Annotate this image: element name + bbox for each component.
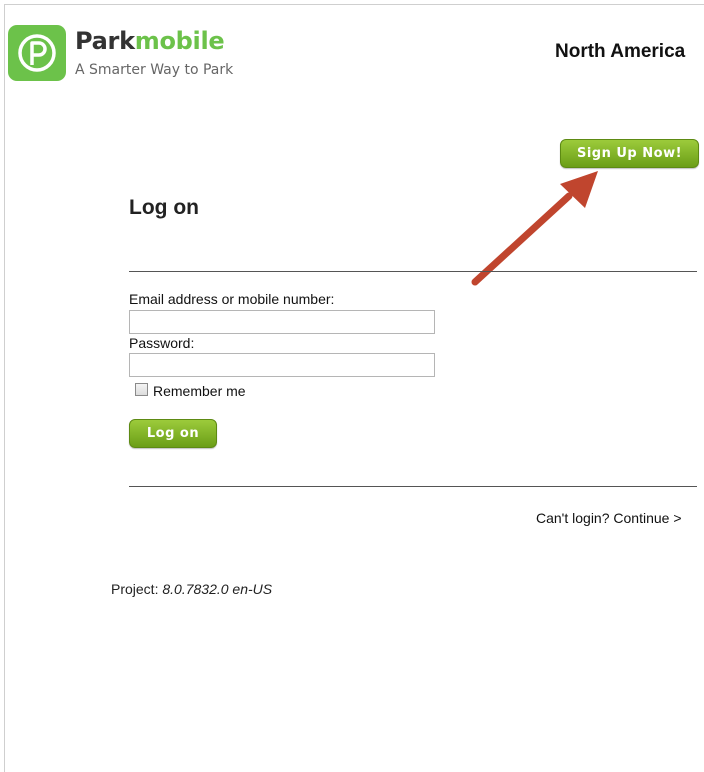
- divider-bottom: [129, 486, 697, 487]
- log-on-button[interactable]: Log on: [129, 419, 217, 448]
- password-label: Password:: [129, 335, 195, 351]
- email-label: Email address or mobile number:: [129, 291, 335, 307]
- brand-name-park: Park: [75, 27, 135, 55]
- divider-top: [129, 271, 697, 272]
- brand-tagline: A Smarter Way to Park: [75, 62, 234, 78]
- password-field[interactable]: [129, 353, 435, 377]
- project-label: Project:: [111, 581, 159, 597]
- sign-up-button[interactable]: Sign Up Now!: [560, 139, 699, 168]
- email-field[interactable]: [129, 310, 435, 334]
- arrow-annotation-icon: [471, 171, 598, 286]
- page-title: Log on: [129, 196, 199, 219]
- brand-name[interactable]: Parkmobile: [75, 27, 225, 55]
- project-version-value: 8.0.7832.0 en-US: [162, 581, 273, 597]
- page-frame: [4, 4, 704, 772]
- brand-name-mobile: mobile: [134, 27, 225, 55]
- remember-me-checkbox[interactable]: [135, 383, 148, 396]
- region-label: North America: [555, 41, 686, 62]
- parkmobile-logo-icon[interactable]: [8, 25, 66, 81]
- remember-me-label[interactable]: Remember me: [153, 383, 246, 399]
- project-version: Project: 8.0.7832.0 en-US: [111, 581, 272, 597]
- cant-login-continue-link[interactable]: Can't login? Continue >: [536, 510, 682, 526]
